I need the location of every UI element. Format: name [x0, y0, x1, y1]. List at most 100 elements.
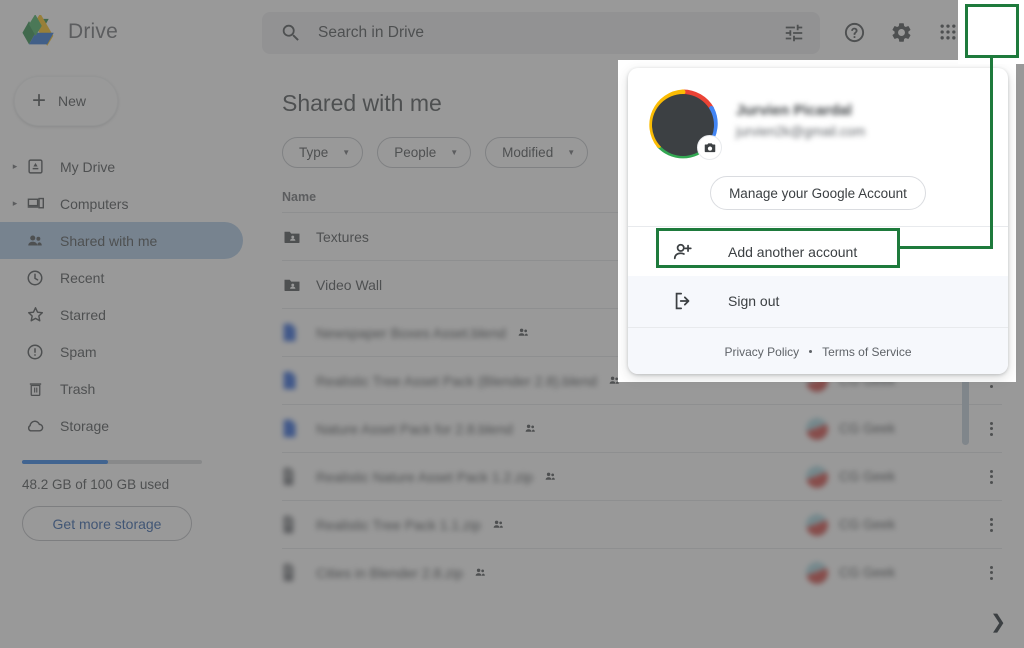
- row-more-options-button[interactable]: [980, 565, 1002, 580]
- file-name: Realistic Nature Asset Pack 1.2.zip: [316, 468, 534, 485]
- next-page-arrow-icon[interactable]: ❯: [990, 611, 1006, 634]
- storage-bar-track: [22, 460, 202, 464]
- filter-chip-people[interactable]: People ▼: [377, 137, 472, 168]
- add-another-account-item[interactable]: Add another account: [628, 227, 1008, 276]
- file-type-icon: [282, 563, 316, 582]
- shared-folder-icon: [284, 279, 300, 291]
- menu-item-label: Sign out: [728, 292, 780, 309]
- sidebar-label: Storage: [60, 417, 110, 434]
- blend-file-icon: [283, 419, 296, 438]
- storage-bar-fill: [22, 460, 109, 464]
- storage-section: 48.2 GB of 100 GB used Get more storage: [22, 460, 236, 541]
- file-name: Newspaper Boxes Asset.blend: [316, 324, 506, 341]
- sign-out-item[interactable]: Sign out: [628, 276, 1008, 325]
- row-more-options-button[interactable]: [980, 469, 1002, 484]
- separator-dot: [809, 350, 813, 353]
- popup-avatar[interactable]: [646, 88, 722, 162]
- table-row[interactable]: Nature Asset Pack for 2.8.blend CG Geek: [282, 404, 1002, 452]
- get-more-storage-button[interactable]: Get more storage: [22, 506, 192, 541]
- file-type-icon: [282, 419, 316, 438]
- search-input[interactable]: [318, 24, 774, 42]
- file-name: Textures: [316, 228, 369, 245]
- sign-out-icon: [672, 290, 702, 312]
- brand[interactable]: Drive: [0, 15, 256, 49]
- row-more-options-button[interactable]: [980, 517, 1002, 532]
- sidebar-item-trash[interactable]: Trash: [0, 370, 243, 407]
- sidebar-label: Recent: [60, 269, 105, 286]
- app-header: Drive: [0, 0, 1024, 64]
- help-button[interactable]: [833, 11, 875, 53]
- shared-folder-icon: [284, 231, 300, 243]
- annotation-connector-horizontal: [898, 246, 993, 249]
- new-button-label: New: [58, 93, 87, 109]
- person-add-icon: [672, 241, 702, 263]
- account-identity: Jurvien Picardal jurvien2k@gmail.com: [628, 68, 1008, 162]
- manage-google-account-button[interactable]: Manage your Google Account: [710, 176, 926, 210]
- new-button[interactable]: + New: [14, 76, 118, 126]
- chevron-down-icon: ▼: [342, 148, 351, 157]
- search-options-button[interactable]: [774, 13, 814, 53]
- file-type-icon: [282, 515, 316, 534]
- sidebar-item-my-drive[interactable]: ▸ My Drive: [0, 148, 243, 185]
- settings-button[interactable]: [880, 11, 922, 53]
- owner-name: CG Geek: [839, 517, 896, 532]
- help-circle-icon: [844, 22, 864, 42]
- shared-badge-icon: [545, 472, 555, 480]
- shared-indicator-icon: [516, 326, 531, 339]
- sidebar-label: My Drive: [60, 158, 116, 175]
- owner-cell: CG Geek: [806, 417, 1002, 440]
- chevron-down-icon: ▼: [450, 148, 459, 157]
- blend-file-icon: [283, 371, 296, 390]
- computers-icon: [22, 195, 48, 212]
- owner-avatar: [806, 465, 828, 488]
- shared-badge-icon: [475, 568, 485, 576]
- expand-caret-icon[interactable]: ▸: [8, 161, 22, 172]
- sidebar-label: Starred: [60, 306, 106, 323]
- owner-cell: CG Geek: [806, 513, 1002, 536]
- tune-filter-icon: [785, 24, 803, 42]
- menu-item-label: Add another account: [728, 243, 858, 260]
- sidebar-item-starred[interactable]: Starred: [0, 296, 243, 333]
- zip-file-icon: [283, 515, 294, 534]
- google-drive-logo: [22, 15, 54, 46]
- sidebar: + New ▸ My Drive ▸ Computers Shared with…: [0, 64, 258, 648]
- owner-name: CG Geek: [839, 565, 896, 580]
- sidebar-label: Trash: [60, 380, 96, 397]
- blend-file-icon: [283, 323, 296, 342]
- sidebar-item-spam[interactable]: Spam: [0, 333, 243, 370]
- expand-caret-icon[interactable]: ▸: [8, 198, 22, 209]
- filter-chip-modified[interactable]: Modified ▼: [485, 137, 589, 168]
- row-more-options-button[interactable]: [980, 421, 1002, 436]
- account-name-email: Jurvien Picardal jurvien2k@gmail.com: [736, 88, 865, 162]
- shared-badge-icon: [525, 424, 535, 432]
- shared-indicator-icon: [491, 518, 506, 531]
- chip-label: People: [394, 145, 437, 160]
- search-icon: [282, 24, 299, 41]
- sidebar-item-storage[interactable]: Storage: [0, 407, 243, 444]
- chip-label: Type: [299, 145, 329, 160]
- search-bar[interactable]: [262, 12, 820, 54]
- shared-badge-icon: [518, 328, 528, 336]
- table-row[interactable]: Realistic Tree Pack 1.1.zip CG Geek: [282, 500, 1002, 548]
- shared-indicator-icon: [523, 422, 538, 435]
- storage-usage-text: 48.2 GB of 100 GB used: [22, 477, 170, 492]
- table-row[interactable]: Realistic Nature Asset Pack 1.2.zip CG Ge…: [282, 452, 1002, 500]
- camera-icon: [704, 142, 715, 152]
- table-row[interactable]: Cities in Blender 2.8.zip CG Geek: [282, 548, 1002, 596]
- star-icon: [22, 305, 48, 324]
- sidebar-item-recent[interactable]: Recent: [0, 259, 243, 296]
- filter-chip-type[interactable]: Type ▼: [282, 137, 364, 168]
- file-name: Cities in Blender 2.8.zip: [316, 564, 464, 581]
- sidebar-item-shared-with-me[interactable]: Shared with me: [0, 222, 243, 259]
- account-email: jurvien2k@gmail.com: [736, 124, 866, 139]
- owner-cell: CG Geek: [806, 561, 1002, 584]
- change-photo-button[interactable]: [697, 135, 722, 160]
- sidebar-item-computers[interactable]: ▸ Computers: [0, 185, 243, 222]
- chevron-down-icon: ▼: [567, 148, 576, 157]
- gear-icon: [892, 22, 910, 42]
- privacy-policy-link[interactable]: Privacy Policy: [724, 345, 799, 359]
- shared-people-icon: [22, 232, 48, 250]
- terms-of-service-link[interactable]: Terms of Service: [822, 345, 911, 359]
- shared-indicator-icon: [543, 470, 558, 483]
- popup-footer: Privacy Policy Terms of Service: [628, 327, 1008, 374]
